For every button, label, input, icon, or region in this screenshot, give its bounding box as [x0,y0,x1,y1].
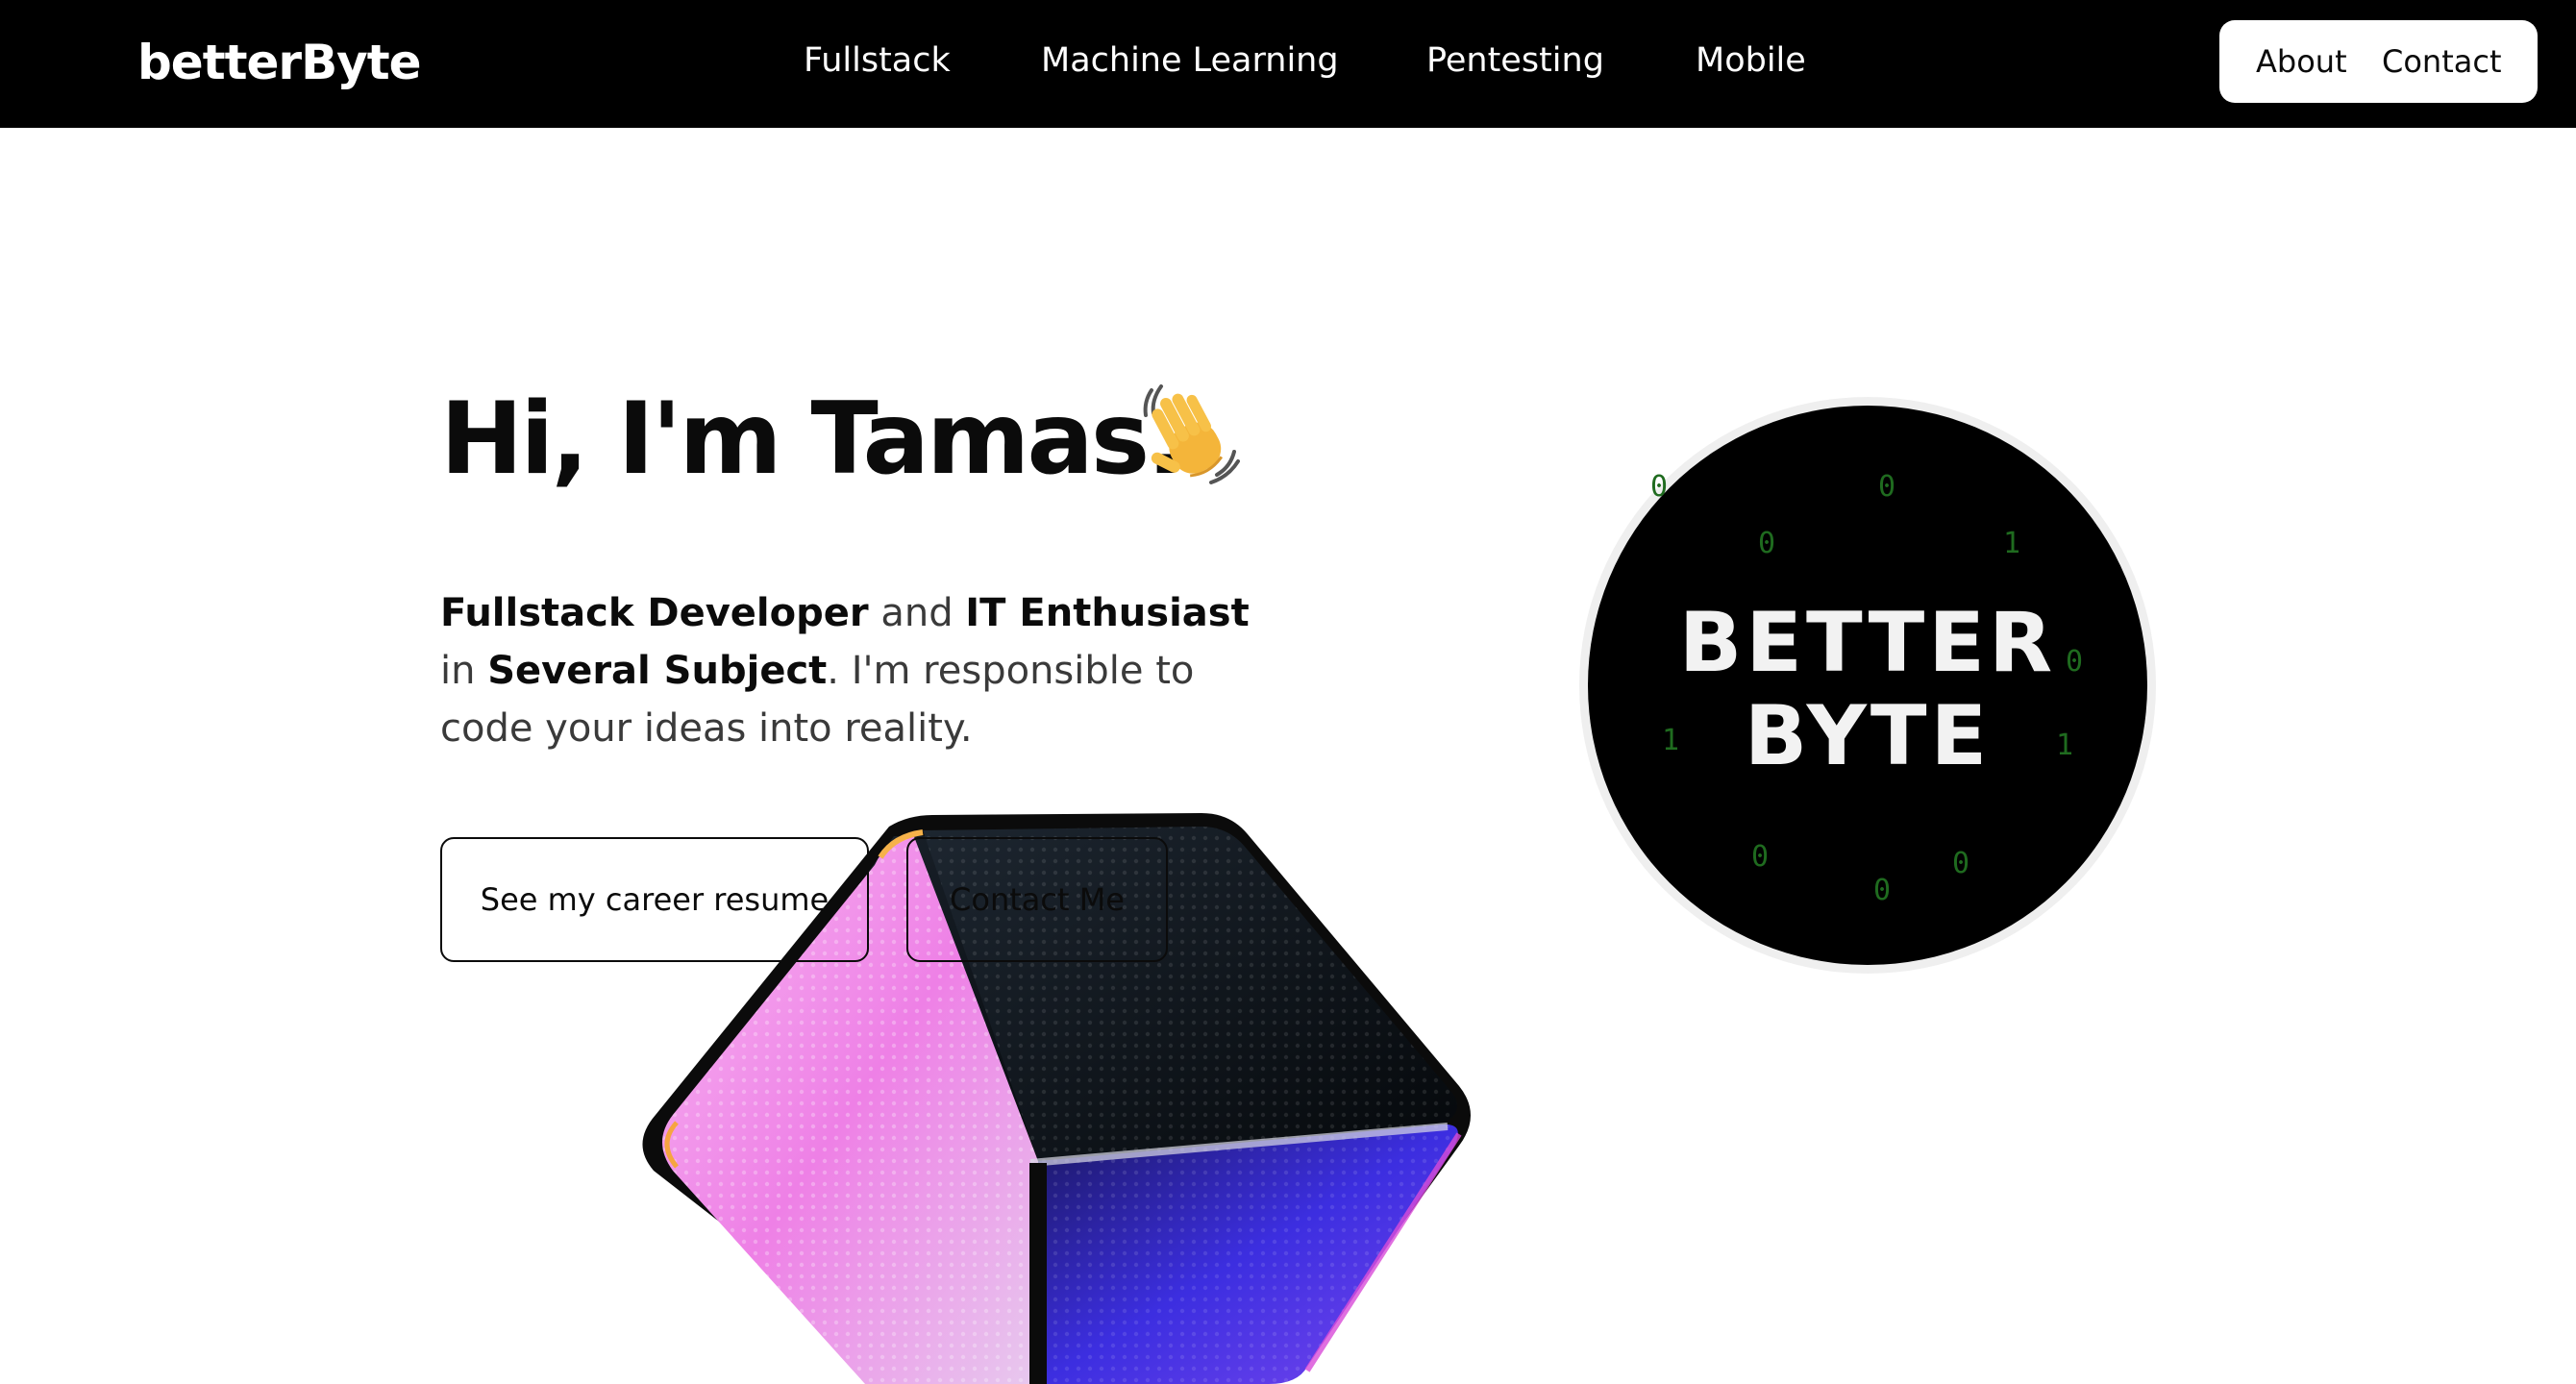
nav-pill: About Contact [2219,20,2538,103]
waving-hand-icon [1143,384,1240,484]
hero-strong-subject: Several Subject [487,649,828,693]
logo-digit: 0 [1650,470,1668,504]
nav-link-about[interactable]: About [2256,39,2347,84]
logo-digit: 1 [2003,527,2020,560]
nav-link-contact[interactable]: Contact [2382,39,2502,84]
hero-text-part: in [440,649,488,693]
top-navbar: betterByte Fullstack Machine Learning Pe… [0,0,2576,128]
brand-logo[interactable]: betterByte [137,29,422,96]
logo-digit: 1 [2056,729,2073,762]
logo-digit: 0 [1878,470,1895,504]
logo-digit: 0 [1873,874,1891,907]
nav-link-fullstack[interactable]: Fullstack [804,37,951,85]
nav-link-pentesting[interactable]: Pentesting [1426,37,1604,85]
logo-text-better: BETTER [1679,595,2057,691]
logo-digit: 1 [1662,724,1679,757]
hero-description: Fullstack Developer and IT Enthusiast in… [440,584,1267,757]
logo-digit: 0 [1751,840,1769,874]
hero-text-part: and [868,591,966,635]
logo-text-byte: BYTE [1745,688,1992,784]
betterbyte-logo-image: 0 0 1 0 1 1 0 0 0 0 BETTER BYTE [1579,397,2156,974]
logo-digit: 0 [1758,527,1775,560]
contact-me-button[interactable]: Contact Me [906,837,1168,962]
nav-link-machine-learning[interactable]: Machine Learning [1041,37,1339,85]
logo-digit: 0 [1952,847,1969,880]
logo-digit: 0 [2066,645,2083,679]
hero-strong-it: IT Enthusiast [965,591,1250,635]
nav-link-mobile[interactable]: Mobile [1696,37,1806,85]
see-resume-button[interactable]: See my career resume [440,837,869,962]
hero-strong-fullstack: Fullstack Developer [440,591,869,635]
hero-title: Hi, I'm Tamas. [440,382,1184,497]
